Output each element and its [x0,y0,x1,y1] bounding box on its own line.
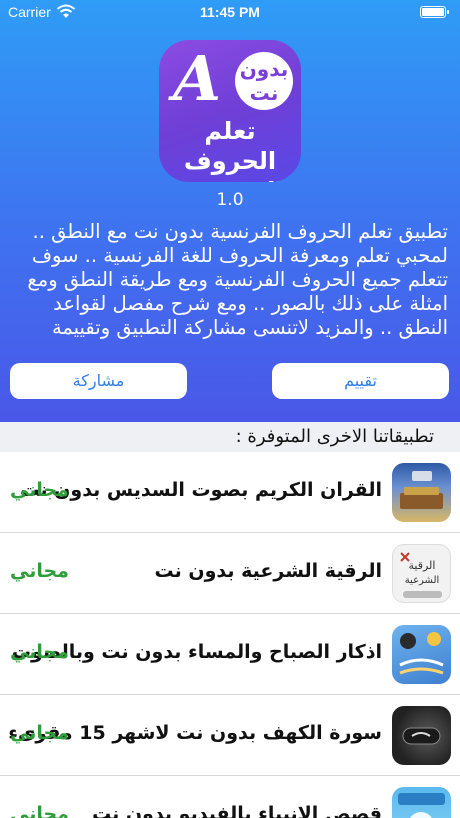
list-item-title: الرقية الشرعية بدون نت [154,560,382,582]
list-item[interactable]: الرقية الشرعية الرقية الشرعية بدون نت مج… [0,533,460,614]
app-description: تطبيق تعلم الحروف الفرنسية بدون نت مع ال… [27,220,448,339]
svg-text:الشرعية: الشرعية [405,575,440,586]
price-label[interactable]: مجاني [10,803,69,818]
price-label[interactable]: مجاني [10,560,69,582]
list-item-title: القران الكريم بصوت السديس بدون نت [20,479,382,501]
list-item[interactable]: سورة الكهف بدون نت لاشهر 15 مقرىء مجاني [0,695,460,776]
status-bar: Carrier 11:45 PM [0,0,460,26]
price-label[interactable]: مجاني [10,641,69,663]
icon-title: تعلم الحروف الفرنسية [176,117,283,182]
svg-text:الرقية: الرقية [409,559,436,572]
list-item[interactable]: القران الكريم بصوت السديس بدون نت مجاني [0,452,460,533]
battery-icon [420,6,449,18]
app-header: Carrier 11:45 PM A بدون نت تعلم الحروف ا… [0,0,460,422]
other-apps-list: القران الكريم بصوت السديس بدون نت مجاني … [0,452,460,818]
price-label[interactable]: مجاني [10,479,69,501]
other-apps-header: تطبيقاتنا الاخرى المتوفرة : [0,422,460,452]
icon-letter: A [173,42,222,115]
list-item[interactable]: قصص الانبياء بالفيديو بدون نت مجاني [0,776,460,818]
ruqyah-icon: الرقية الشرعية [392,544,451,603]
prophets-stories-icon [392,787,451,818]
list-item[interactable]: اذكار الصباح والمساء بدون نت وبالصوت مجا… [0,614,460,695]
app-icon: A بدون نت تعلم الحروف الفرنسية [159,40,301,182]
clock: 11:45 PM [200,4,260,20]
price-label[interactable]: مجاني [10,722,69,744]
kahf-icon [392,706,451,765]
share-button[interactable]: مشاركة [10,363,187,399]
app-version: 1.0 [216,190,244,210]
adhkar-icon [392,625,451,684]
list-item-title: قصص الانبياء بالفيديو بدون نت [92,803,382,818]
rate-button[interactable]: تقييم [272,363,449,399]
offline-badge: بدون نت [235,52,293,110]
quran-sudais-icon [392,463,451,522]
